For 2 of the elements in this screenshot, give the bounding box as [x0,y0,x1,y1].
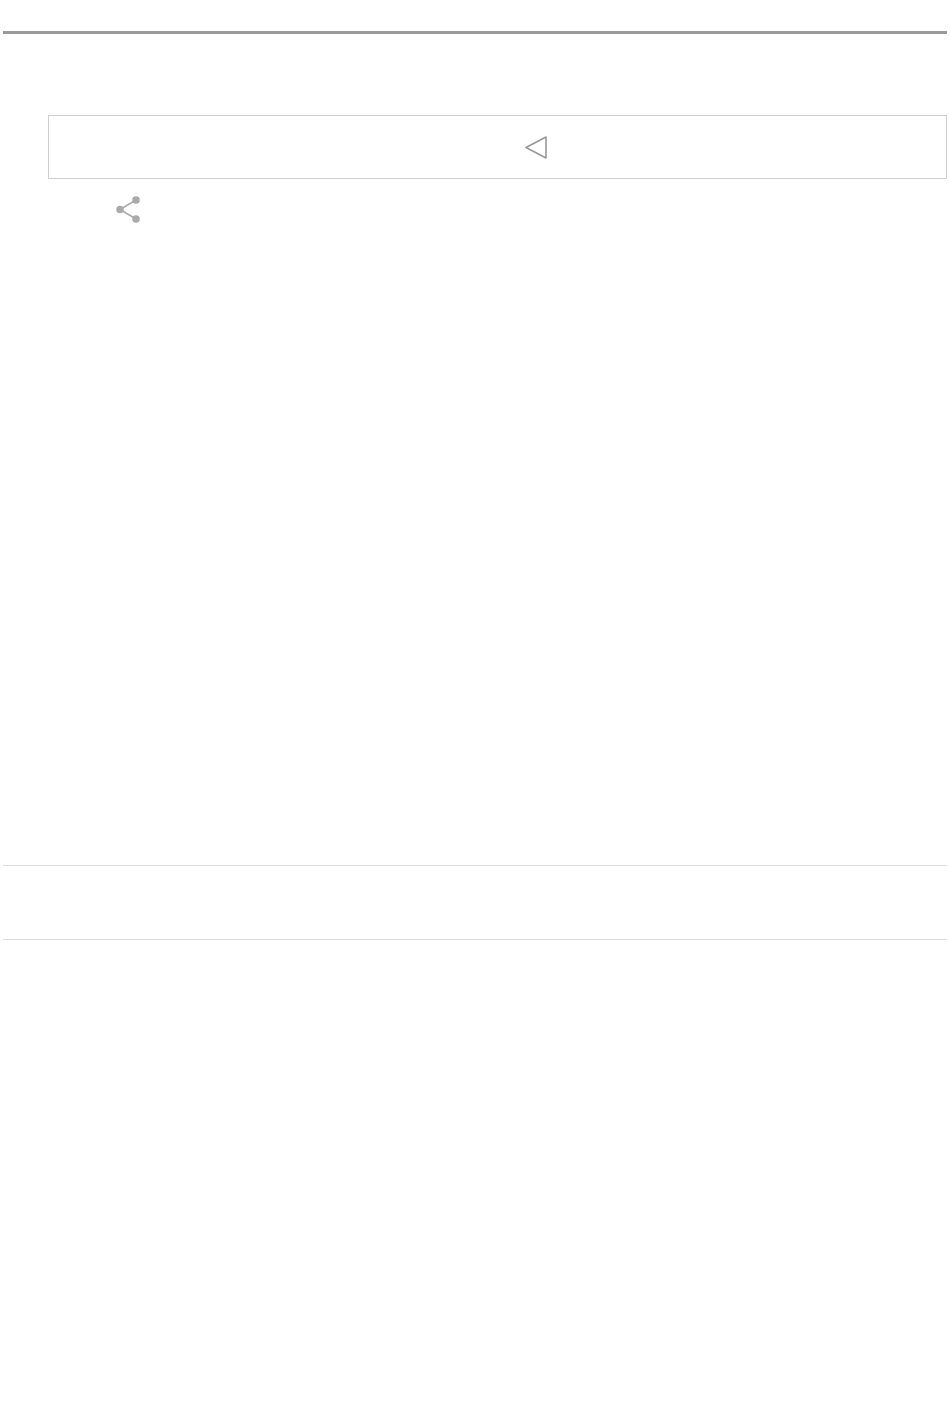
share-icon[interactable] [116,196,140,223]
triangle-icon[interactable] [523,134,548,160]
